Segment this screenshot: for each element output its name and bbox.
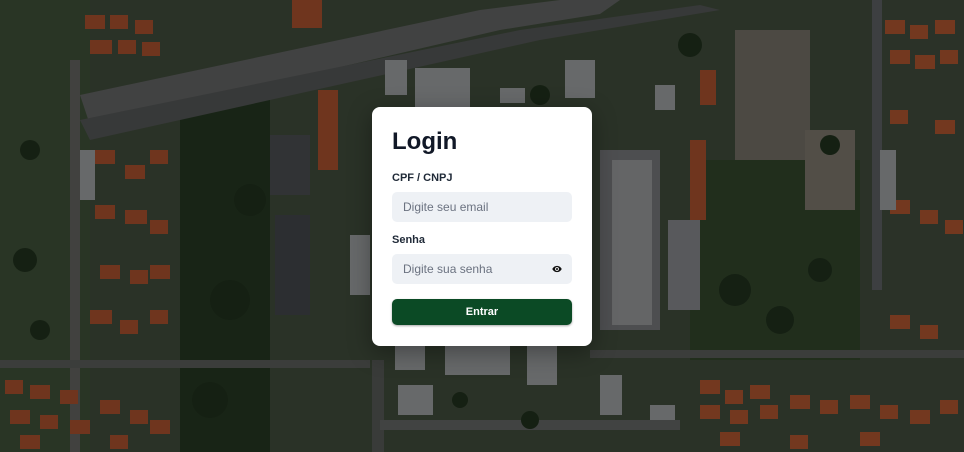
password-input[interactable] [392, 254, 572, 284]
cpf-cnpj-field-wrapper [392, 192, 572, 222]
password-field-wrapper [392, 254, 572, 284]
eye-icon[interactable] [552, 264, 562, 274]
login-title: Login [392, 128, 458, 155]
cpf-cnpj-label: CPF / CNPJ [392, 172, 453, 184]
login-screen: Login CPF / CNPJ Senha Entrar [0, 0, 964, 452]
login-submit-button[interactable]: Entrar [392, 299, 572, 325]
password-label: Senha [392, 234, 426, 246]
cpf-cnpj-input[interactable] [392, 192, 572, 222]
login-card: Login CPF / CNPJ Senha Entrar [372, 107, 592, 346]
